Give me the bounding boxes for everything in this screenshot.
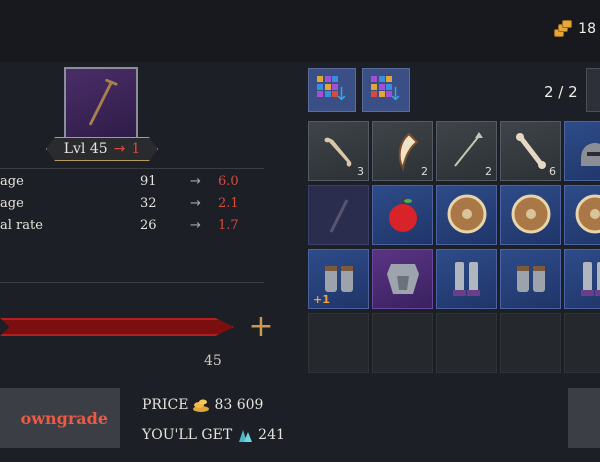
bone-icon [516,133,546,169]
level-next: 1 [131,141,141,157]
plus-button[interactable]: + [248,312,274,342]
crystal-pile-icon [239,430,253,442]
apple-icon [389,197,417,232]
quantity-slider[interactable] [0,318,234,336]
stat-name: al rate [0,217,43,233]
arrow-down-icon: ↓ [333,84,349,105]
stat-row: age 32 → 2.1 [0,192,264,214]
stat-row: al rate 26 → 1.7 [0,214,264,236]
stat-row: age 91 → 6.0 [0,170,264,192]
next-page-button[interactable] [586,68,600,112]
inventory-slot[interactable] [564,121,600,181]
inventory-slot[interactable]: 6 [500,121,561,181]
stat-new: 2.1 [218,195,239,211]
inventory-slot[interactable] [308,185,369,245]
page-indicator: 2 / 2 [544,83,578,101]
inventory-slot[interactable] [564,185,600,245]
helmet-icon [581,143,600,166]
gold-counter: 18 [554,20,596,38]
inventory-slot-empty[interactable] [500,313,561,373]
stack-count: 6 [549,165,556,178]
level-badge: Lvl 45 → 1 [46,137,158,161]
inventory-slot[interactable]: 2 [372,121,433,181]
stat-arrow: → [190,217,201,233]
stat-arrow: → [190,195,201,211]
stat-name: age [0,173,24,189]
divider [0,282,264,283]
stat-new: 1.7 [218,217,239,233]
stack-count: 3 [357,165,364,178]
inventory-slot[interactable] [436,185,497,245]
rusty-nail-icon [89,78,118,126]
sort-button-1[interactable]: ↓ [308,68,356,112]
stack-count: 2 [421,165,428,178]
price-label: PRICE [142,397,189,413]
fang-icon [398,132,419,171]
stat-current: 91 [140,173,157,189]
inventory-slot[interactable] [372,185,433,245]
slider-max-label: 45 [204,353,222,369]
inventory-slot[interactable] [372,249,433,309]
slider-fill [2,320,232,334]
price-value: 83 609 [214,397,264,413]
round-shield-icon [575,194,600,234]
you-get-label: YOU'LL GET [142,427,233,443]
gold-coins-icon [554,20,573,38]
sort-button-2[interactable]: ↓ [362,68,410,112]
upgrade-bonus: +1 [313,293,330,306]
stack-count: 2 [485,165,492,178]
inventory-slot[interactable] [436,249,497,309]
stat-arrow: → [190,173,201,189]
top-bar: 18 [0,0,600,62]
gold-amount: 18 [578,21,596,37]
stats-list: age 91 → 6.0 age 32 → 2.1 al rate 26 → 1… [0,170,264,236]
greaves-icon [581,262,600,296]
you-get-row: YOU'LL GET 241 [142,427,285,443]
greaves-icon [453,262,480,296]
inventory-slot-empty[interactable] [372,313,433,373]
chest-armor-icon [387,264,419,294]
bone-club-icon [324,137,352,167]
arrow-icon [454,132,483,167]
nail-icon [329,199,349,233]
divider [0,168,264,169]
arrow-down-icon: ↓ [387,84,403,105]
inventory-slot-empty[interactable] [308,313,369,373]
inventory-slot[interactable] [564,249,600,309]
gauntlets-icon [517,266,545,292]
round-shield-icon [511,194,551,234]
stat-current: 32 [140,195,157,211]
gold-pile-icon [193,399,210,412]
stat-name: age [0,195,24,211]
inventory-slot[interactable] [500,185,561,245]
inventory-slot-empty[interactable] [564,313,600,373]
you-get-value: 241 [258,427,285,443]
level-label: Lvl 45 [63,141,108,157]
downgrade-button[interactable]: owngrade [0,388,120,448]
inventory-slot-empty[interactable] [436,313,497,373]
round-shield-icon [447,194,487,234]
inventory-slot[interactable] [500,249,561,309]
level-arrow: → [113,141,126,157]
price-row: PRICE 83 609 [142,397,263,413]
stat-new: 6.0 [218,173,239,189]
stat-current: 26 [140,217,157,233]
item-portrait[interactable] [64,67,138,141]
inventory-slot[interactable]: +1 [308,249,369,309]
inventory-slot[interactable]: 3 [308,121,369,181]
inventory-slot[interactable]: 2 [436,121,497,181]
helmet-action-button[interactable] [568,388,600,448]
